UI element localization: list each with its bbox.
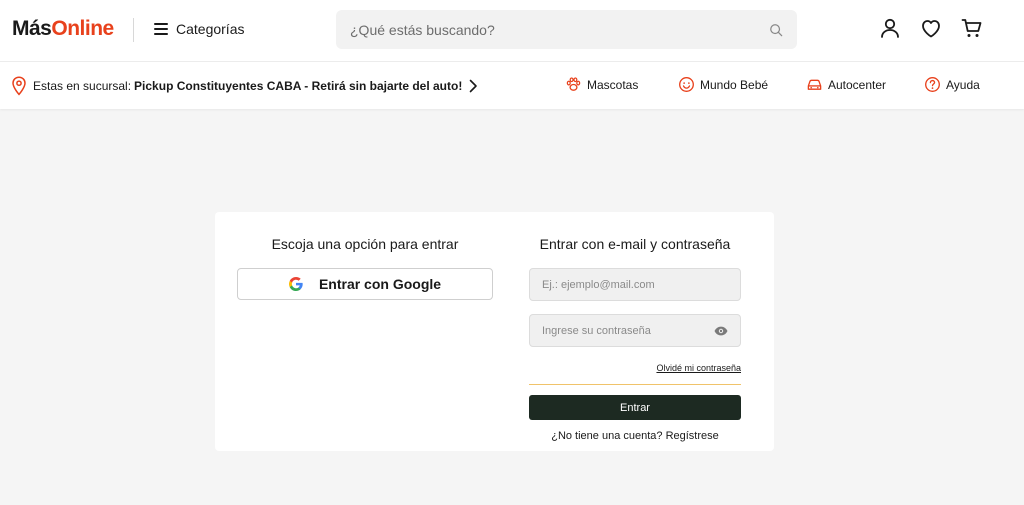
site-header: Más Online Categorías bbox=[0, 0, 1024, 62]
header-actions bbox=[878, 16, 984, 40]
quicklink-label: Mundo Bebé bbox=[700, 77, 769, 92]
login-card: Escoja una opción para entrar Entrar con… bbox=[215, 212, 774, 451]
email-field-wrapper bbox=[529, 268, 741, 301]
shopping-cart-icon[interactable] bbox=[960, 16, 984, 40]
google-logo-icon bbox=[288, 277, 303, 291]
quicklink-label: Autocenter bbox=[828, 77, 887, 92]
quicklink-label: Ayuda bbox=[946, 77, 980, 92]
quicklink-mascotas[interactable]: Mascotas bbox=[565, 76, 638, 93]
masonline-logo[interactable]: Más Online bbox=[12, 17, 114, 41]
heart-favorites-icon[interactable] bbox=[919, 16, 943, 40]
search-input[interactable] bbox=[350, 21, 769, 38]
quicklink-label: Mascotas bbox=[587, 77, 639, 92]
location-pin-icon bbox=[12, 76, 26, 96]
paw-icon bbox=[566, 77, 581, 91]
help-question-icon bbox=[925, 77, 940, 92]
sub-navigation-bar: Estas en sucursal: Pickup Constituyentes… bbox=[0, 62, 1024, 109]
search-bar bbox=[336, 10, 797, 49]
search-icon[interactable] bbox=[769, 23, 783, 37]
password-field[interactable] bbox=[542, 324, 714, 337]
email-login-title: Entrar con e-mail y contraseña bbox=[539, 236, 731, 252]
branch-name: Pickup Constituyentes CABA - Retirá sin … bbox=[134, 79, 463, 93]
logo-divider bbox=[133, 18, 134, 42]
categories-button[interactable]: Categorías bbox=[154, 18, 244, 40]
branch-prefix: Estas en sucursal: bbox=[33, 79, 132, 93]
baby-face-icon bbox=[679, 77, 694, 92]
quicklink-mundo-bebe[interactable]: Mundo Bebé bbox=[678, 76, 768, 93]
register-link[interactable]: ¿No tiene una cuenta? Regístrese bbox=[529, 430, 741, 442]
menu-icon bbox=[154, 23, 168, 35]
login-options-title: Escoja una opción para entrar bbox=[271, 236, 459, 252]
categories-label: Categorías bbox=[176, 21, 245, 37]
form-divider bbox=[529, 384, 741, 385]
user-account-icon[interactable] bbox=[878, 16, 902, 40]
email-field[interactable] bbox=[542, 278, 728, 291]
quicklink-autocenter[interactable]: Autocenter bbox=[806, 76, 886, 93]
google-signin-label: Entrar con Google bbox=[318, 276, 442, 292]
car-icon bbox=[807, 79, 822, 90]
password-field-wrapper bbox=[529, 314, 741, 347]
chevron-right-icon bbox=[470, 79, 478, 93]
google-signin-button[interactable]: Entrar con Google bbox=[237, 268, 493, 300]
forgot-password-link[interactable]: Olvidé mi contraseña bbox=[529, 363, 741, 373]
login-submit-button[interactable]: Entrar bbox=[529, 395, 741, 420]
branch-selector[interactable]: Estas en sucursal: Pickup Constituyentes… bbox=[11, 76, 478, 96]
logo-text-mas: Más bbox=[12, 17, 52, 40]
quicklink-ayuda[interactable]: Ayuda bbox=[924, 76, 980, 93]
eye-show-password-icon[interactable] bbox=[714, 326, 728, 336]
logo-text-online: Online bbox=[51, 17, 114, 40]
